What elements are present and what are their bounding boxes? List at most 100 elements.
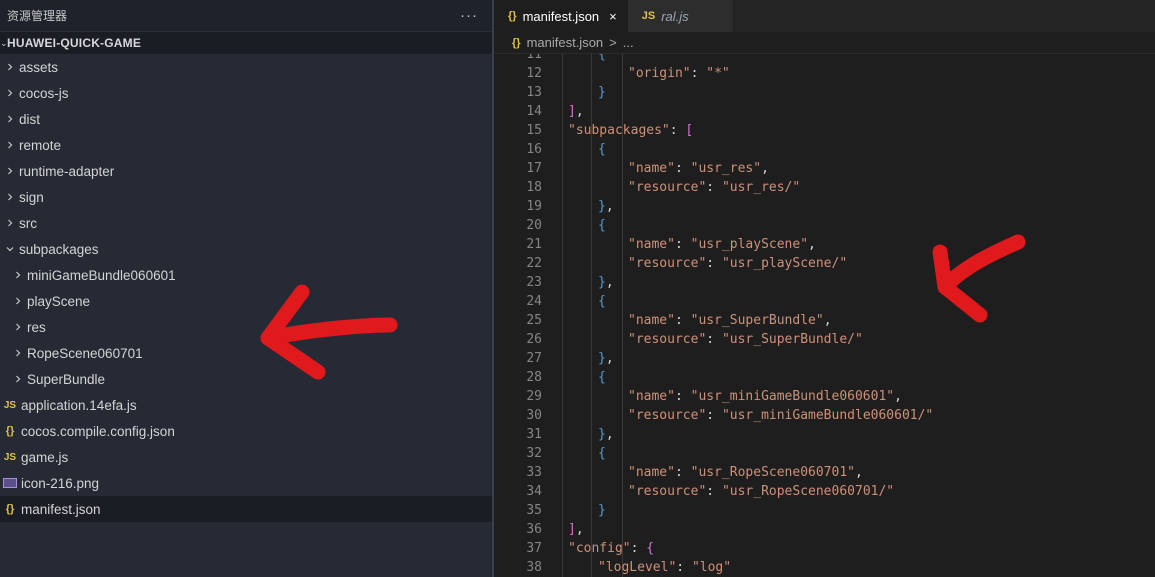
tree-folder[interactable]: playScene: [0, 288, 492, 314]
line-number: 12: [526, 66, 542, 81]
chevron-right-icon[interactable]: [11, 374, 25, 384]
tree-file[interactable]: JS application.14efa.js: [0, 392, 492, 418]
code-line: 28 {: [494, 368, 1155, 387]
line-number: 13: [526, 85, 542, 100]
tree-file[interactable]: {} manifest.json: [0, 496, 492, 522]
line-number: 18: [526, 180, 542, 195]
code-line: 38 "logLevel": "log": [494, 558, 1155, 577]
code-line: 21 "name": "usr_playScene",: [494, 235, 1155, 254]
tree-folder[interactable]: assets: [0, 54, 492, 80]
chevron-right-icon[interactable]: [3, 140, 17, 150]
line-number: 15: [526, 123, 542, 138]
code-line: 24 {: [494, 292, 1155, 311]
tree-folder[interactable]: runtime-adapter: [0, 158, 492, 184]
code-text: {: [598, 218, 606, 233]
code-line: 29 "name": "usr_miniGameBundle060601",: [494, 387, 1155, 406]
code-line: 16 {: [494, 140, 1155, 159]
chevron-down-icon[interactable]: [3, 244, 17, 254]
tree-file[interactable]: {} cocos.compile.config.json: [0, 418, 492, 444]
chevron-right-icon[interactable]: [3, 218, 17, 228]
line-number: 34: [526, 484, 542, 499]
tree-item-label: remote: [19, 137, 62, 153]
chevron-right-icon[interactable]: [11, 270, 25, 280]
code-text: {: [598, 370, 606, 385]
line-number: 36: [526, 522, 542, 537]
line-number: 35: [526, 503, 542, 518]
code-text: }: [598, 503, 606, 518]
tree-folder[interactable]: cocos-js: [0, 80, 492, 106]
close-icon[interactable]: ×: [609, 9, 617, 24]
line-number: 33: [526, 465, 542, 480]
chevron-right-icon[interactable]: [3, 166, 17, 176]
chevron-right-icon[interactable]: [11, 296, 25, 306]
tree-item-label: game.js: [21, 449, 69, 465]
tree-folder[interactable]: subpackages: [0, 236, 492, 262]
workspace-section-header[interactable]: ⌄ HUAWEI-QUICK-GAME: [0, 31, 492, 54]
chevron-right-icon[interactable]: [3, 192, 17, 202]
tree-item-label: playScene: [27, 293, 91, 309]
tree-folder[interactable]: miniGameBundle060601: [0, 262, 492, 288]
tree-file[interactable]: icon-216.png: [0, 470, 492, 496]
line-number: 16: [526, 142, 542, 157]
tree-folder[interactable]: RopeScene060701: [0, 340, 492, 366]
tab-manifest-json[interactable]: {} manifest.json ×: [494, 0, 628, 32]
tree-item-label: RopeScene060701: [27, 345, 143, 361]
code-line: 12 "origin": "*": [494, 64, 1155, 83]
tree-folder[interactable]: sign: [0, 184, 492, 210]
json-file-icon: {}: [5, 425, 15, 437]
chevron-right-icon[interactable]: [3, 62, 17, 72]
more-actions-icon[interactable]: ···: [460, 7, 478, 24]
line-number: 37: [526, 541, 542, 556]
code-text: "resource": "usr_res/": [628, 180, 801, 195]
tree-folder[interactable]: res: [0, 314, 492, 340]
code-text: "config": {: [568, 541, 655, 556]
code-text: }: [598, 85, 606, 100]
tree-item-label: dist: [19, 111, 41, 127]
tab-ral-js[interactable]: JS ral.js: [627, 0, 734, 32]
code-text: },: [598, 427, 614, 442]
explorer-header: 资源管理器 ···: [0, 0, 492, 31]
tree-item-label: cocos-js: [19, 85, 69, 101]
code-editor[interactable]: 11{12 "origin": "*" 13} 14], 15 "subpackages"…: [494, 54, 1155, 577]
code-line: 13}: [494, 83, 1155, 102]
line-number: 20: [526, 218, 542, 233]
tree-folder[interactable]: remote: [0, 132, 492, 158]
code-text: "logLevel": "log": [598, 560, 732, 575]
explorer-sidebar: 资源管理器 ··· ⌄ HUAWEI-QUICK-GAME assets coco…: [0, 0, 492, 577]
code-text: },: [598, 275, 614, 290]
line-number: 17: [526, 161, 542, 176]
code-line: 32 {: [494, 444, 1155, 463]
tree-folder[interactable]: SuperBundle: [0, 366, 492, 392]
file-tree: assets cocos-js dist remote runtime-adapter s…: [0, 54, 492, 522]
chevron-right-icon[interactable]: [11, 348, 25, 358]
chevron-right-icon[interactable]: [3, 88, 17, 98]
code-line: 18 "resource": "usr_res/": [494, 178, 1155, 197]
tree-item-label: cocos.compile.config.json: [21, 423, 175, 439]
tree-item-label: src: [19, 215, 37, 231]
code-text: "subpackages": [: [568, 123, 694, 138]
json-file-icon: {}: [5, 503, 15, 515]
code-text: },: [598, 351, 614, 366]
tree-item-label: subpackages: [19, 241, 99, 257]
tree-file[interactable]: JS game.js: [0, 444, 492, 470]
breadcrumb-file[interactable]: manifest.json: [527, 35, 604, 50]
code-text: ],: [568, 522, 584, 537]
tree-folder[interactable]: src: [0, 210, 492, 236]
breadcrumb-more[interactable]: ...: [623, 35, 634, 50]
tree-item-label: runtime-adapter: [19, 163, 115, 179]
code-line: 23},: [494, 273, 1155, 292]
code-line: 26 "resource": "usr_SuperBundle/": [494, 330, 1155, 349]
chevron-right-icon[interactable]: [11, 322, 25, 332]
tree-item-label: SuperBundle: [27, 371, 106, 387]
tree-folder[interactable]: dist: [0, 106, 492, 132]
line-number: 28: [526, 370, 542, 385]
tree-item-label: application.14efa.js: [21, 397, 137, 413]
js-file-icon: JS: [3, 451, 17, 463]
code-line: 11 {: [494, 54, 1155, 64]
line-number: 24: [526, 294, 542, 309]
chevron-right-icon[interactable]: [3, 114, 17, 124]
explorer-title: 资源管理器: [7, 9, 68, 23]
editor-area: {} manifest.json × JS ral.js {} manifest…: [494, 0, 1155, 577]
code-line: 31},: [494, 425, 1155, 444]
code-text: "resource": "usr_playScene/": [628, 256, 848, 271]
